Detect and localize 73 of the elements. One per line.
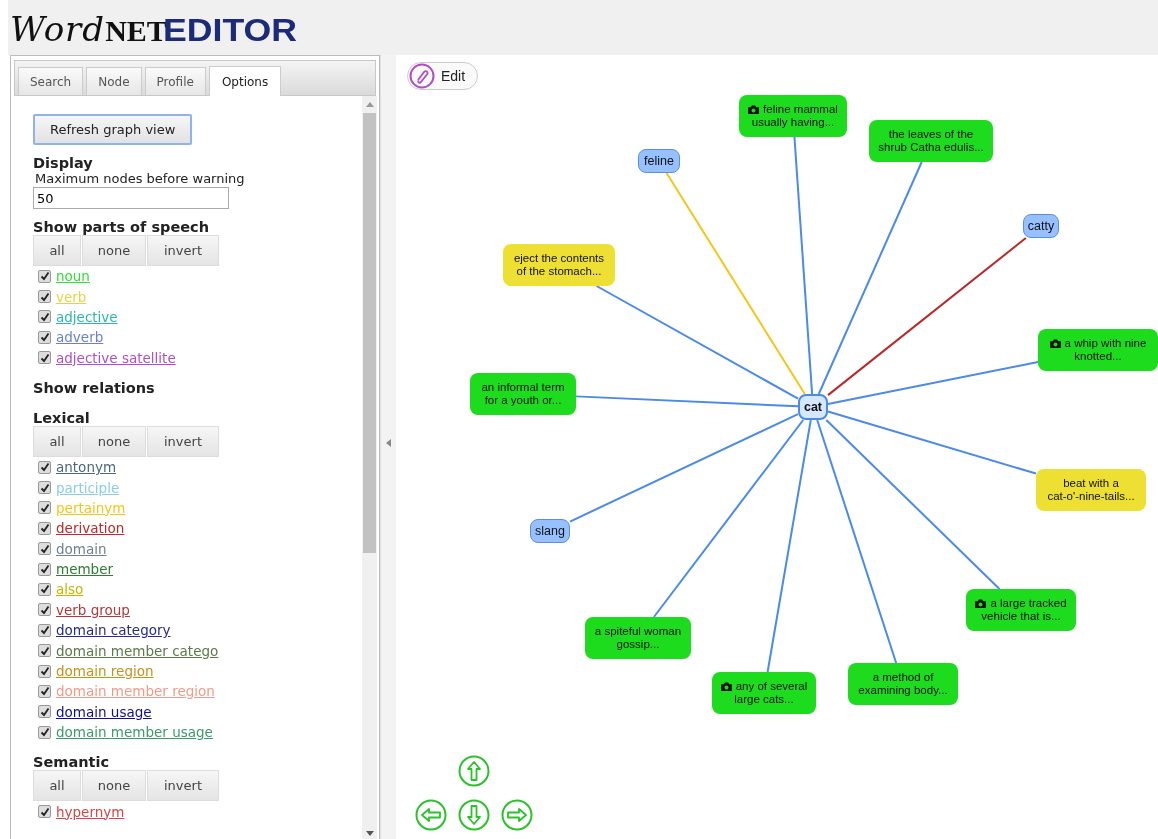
graph-node[interactable]: a whip with nine knotted... xyxy=(1038,329,1158,371)
checkbox[interactable] xyxy=(38,705,51,719)
tab[interactable]: Profile xyxy=(144,67,206,95)
relation-link[interactable]: member xyxy=(56,561,114,578)
edit-button[interactable]: Edit xyxy=(407,62,479,90)
pencil-icon xyxy=(409,63,435,89)
checkbox[interactable] xyxy=(38,725,51,739)
tab[interactable]: Options xyxy=(208,66,282,96)
section-heading: Semantic xyxy=(33,754,110,771)
section-heading: Show parts of speech xyxy=(33,219,210,235)
graph-node[interactable]: feline xyxy=(638,149,680,173)
relation-link[interactable]: domain category xyxy=(56,622,171,639)
graph-node[interactable]: feline mammal usually having... xyxy=(739,95,847,137)
tab[interactable]: Search xyxy=(18,67,84,95)
relation-link[interactable]: adverb xyxy=(56,329,104,346)
tab[interactable]: Node xyxy=(86,67,142,95)
filter-button[interactable]: invert xyxy=(147,425,219,457)
graph-node[interactable]: catty xyxy=(1023,214,1059,238)
collapse-icon[interactable] xyxy=(386,439,391,447)
checkbox[interactable] xyxy=(38,805,51,819)
filter-button[interactable]: all xyxy=(33,770,81,802)
logo-word: Word xyxy=(10,9,106,49)
relation-link[interactable]: antonym xyxy=(56,459,117,476)
relation-link[interactable]: derivation xyxy=(56,520,125,537)
relation-link[interactable]: domain xyxy=(56,540,107,557)
filter-button[interactable]: all xyxy=(33,235,81,266)
checkbox[interactable] xyxy=(38,330,51,344)
filter-button[interactable]: none xyxy=(82,770,146,802)
relation-link[interactable]: adjective satellite xyxy=(56,349,176,366)
checkbox[interactable] xyxy=(38,542,51,556)
relation-link[interactable]: domain usage xyxy=(56,703,152,720)
scrollbar[interactable] xyxy=(362,96,377,839)
filter-button[interactable]: none xyxy=(82,235,146,266)
relation-link[interactable]: verb group xyxy=(56,601,130,618)
checkbox[interactable] xyxy=(38,623,51,637)
checkbox[interactable] xyxy=(38,583,51,596)
relation-link[interactable]: hypernym xyxy=(56,803,125,820)
graph-node[interactable]: an informal term for a youth or... xyxy=(470,373,576,415)
scroll-down-icon[interactable] xyxy=(365,831,374,836)
checkbox[interactable] xyxy=(38,603,51,617)
refresh-button[interactable]: Refresh graph view xyxy=(33,114,193,145)
checkbox[interactable] xyxy=(38,269,51,283)
checkbox[interactable] xyxy=(38,644,51,658)
graph-node[interactable]: the leaves of the shrub Catha edulis... xyxy=(869,120,993,162)
graph-node[interactable]: slang xyxy=(530,519,570,543)
graph-node[interactable]: a method of examining body... xyxy=(848,663,958,705)
checkbox[interactable] xyxy=(38,310,51,324)
graph-node[interactable]: a large tracked vehicle that is... xyxy=(966,589,1076,631)
center-node[interactable]: cat xyxy=(798,394,828,420)
checkbox[interactable] xyxy=(38,501,51,515)
filter-button[interactable]: invert xyxy=(147,770,219,802)
checkbox[interactable] xyxy=(38,684,51,698)
graph-node[interactable]: any of several large cats... xyxy=(712,672,816,714)
checkbox[interactable] xyxy=(38,481,51,495)
filter-button[interactable]: invert xyxy=(147,235,219,266)
graph-node[interactable]: a spiteful woman gossip... xyxy=(585,617,691,659)
checkbox[interactable] xyxy=(38,460,51,474)
checkbox[interactable] xyxy=(38,521,51,535)
graph-node[interactable]: eject the contents of the stomach... xyxy=(503,244,615,286)
section-heading: Display xyxy=(33,155,94,171)
checkbox[interactable] xyxy=(38,351,51,365)
section-heading: Lexical xyxy=(33,409,91,426)
relation-link[interactable]: domain member usage xyxy=(56,724,213,741)
filter-button[interactable]: all xyxy=(33,425,81,457)
filter-button[interactable]: none xyxy=(82,425,146,457)
field-label: Maximum nodes before warning xyxy=(34,171,246,186)
relation-link[interactable]: domain member catego xyxy=(56,642,219,659)
checkbox[interactable] xyxy=(38,664,51,678)
section-heading: Show relations xyxy=(33,379,156,396)
graph-node[interactable]: beat with a cat-o'-nine-tails... xyxy=(1036,469,1146,511)
checkbox[interactable] xyxy=(38,562,51,576)
max-nodes-field[interactable]: 50 xyxy=(33,187,229,209)
checkbox[interactable] xyxy=(38,290,51,304)
